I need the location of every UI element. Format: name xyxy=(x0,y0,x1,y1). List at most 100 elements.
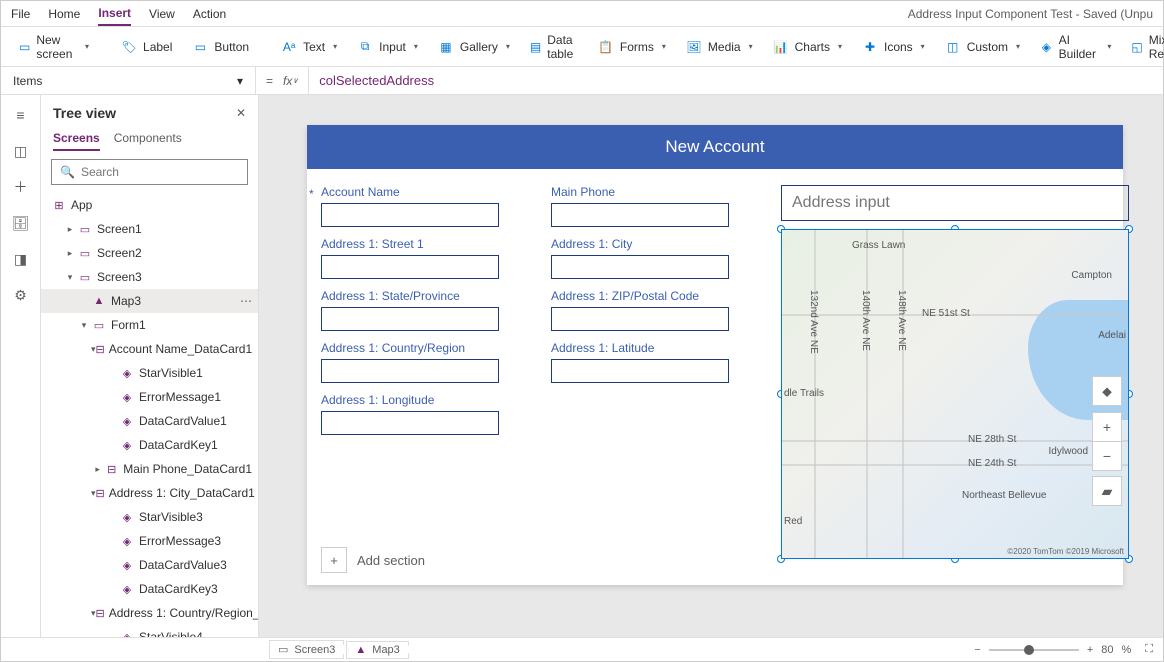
menu-view[interactable]: View xyxy=(149,3,175,25)
menu-file[interactable]: File xyxy=(11,3,30,25)
tab-components[interactable]: Components xyxy=(114,127,182,151)
tree-item[interactable]: ◈StarVisible3 xyxy=(41,505,258,529)
input-button[interactable]: ⧉Input▾ xyxy=(349,35,426,59)
address-input[interactable]: Address input xyxy=(781,185,1129,221)
menu-action[interactable]: Action xyxy=(193,3,226,25)
tree-item[interactable]: ▾▭Form1 xyxy=(41,313,258,337)
plus-icon: + xyxy=(321,547,347,573)
tree-item[interactable]: ◈ErrorMessage3 xyxy=(41,529,258,553)
data-table-button[interactable]: ▤Data table xyxy=(522,29,586,65)
zoom-control[interactable]: − + 80 % ⛶ xyxy=(974,643,1153,656)
map-label: 148th Ave NE xyxy=(896,290,907,351)
tree-item[interactable]: ◈DataCardValue1 xyxy=(41,409,258,433)
menu-home[interactable]: Home xyxy=(48,3,80,25)
tree-item[interactable]: ◈StarVisible4 xyxy=(41,625,258,637)
breadcrumb-screen[interactable]: ▭Screen3 xyxy=(269,640,344,659)
formula-input[interactable]: colSelectedAddress xyxy=(309,73,444,89)
ctl-icon: ◈ xyxy=(119,557,135,573)
field-label: Address 1: ZIP/Postal Code xyxy=(551,289,765,303)
label-button[interactable]: 🏷Label xyxy=(113,35,180,59)
map-attribution: ©2020 TomTom ©2019 Microsoft xyxy=(1007,547,1124,556)
form-field: Address 1: Street 1 xyxy=(321,237,535,279)
breadcrumb-selected[interactable]: ▲Map3 xyxy=(346,641,408,659)
field-input[interactable] xyxy=(551,359,729,383)
forms-button[interactable]: 📋Forms▾ xyxy=(590,35,674,59)
ctl-icon: ◈ xyxy=(119,437,135,453)
menu-insert[interactable]: Insert xyxy=(98,2,131,26)
tree-item[interactable]: ◈DataCardValue3 xyxy=(41,553,258,577)
tree-item[interactable]: ◈DataCardKey3 xyxy=(41,577,258,601)
field-input[interactable] xyxy=(321,307,499,331)
tree-search[interactable]: 🔍 xyxy=(51,159,248,185)
canvas-area: New Account *Account NameAddress 1: Stre… xyxy=(259,95,1163,637)
custom-button[interactable]: ◫Custom▾ xyxy=(937,35,1028,59)
field-input[interactable] xyxy=(551,255,729,279)
charts-button[interactable]: 📊Charts▾ xyxy=(765,35,850,59)
tree-view-rail-button[interactable]: ≡ xyxy=(9,103,33,127)
ai-builder-button[interactable]: ◈AI Builder▾ xyxy=(1032,29,1119,65)
mixed-reality-button[interactable]: ◱Mixed Reality▾ xyxy=(1123,29,1164,65)
media-rail-button[interactable]: ◨ xyxy=(9,247,33,271)
card-icon: ⊟ xyxy=(96,605,105,621)
add-rail-button[interactable]: ＋ xyxy=(9,175,33,199)
tree-item[interactable]: ▾⊟Address 1: City_DataCard1 xyxy=(41,481,258,505)
tree-app[interactable]: ⊞ App xyxy=(41,193,258,217)
field-input[interactable] xyxy=(321,203,499,227)
advanced-rail-button[interactable]: ⚙ xyxy=(9,283,33,307)
field-input[interactable] xyxy=(321,411,499,435)
tab-screens[interactable]: Screens xyxy=(53,127,100,151)
fit-button[interactable]: ⛶ xyxy=(1145,643,1153,656)
app-title: Address Input Component Test - Saved (Un… xyxy=(908,7,1153,21)
add-section-button[interactable]: + Add section xyxy=(321,547,425,573)
tree-item[interactable]: ▸▭Screen1 xyxy=(41,217,258,241)
card-icon: ⊟ xyxy=(104,461,119,477)
insert-rail-button[interactable]: ◫ xyxy=(9,139,33,163)
map-label: Red xyxy=(784,516,802,527)
tree-item[interactable]: ◈ErrorMessage1 xyxy=(41,385,258,409)
field-input[interactable] xyxy=(321,359,499,383)
map-label: NE 51st St xyxy=(922,308,970,319)
equals-label: = xyxy=(256,74,283,88)
search-input[interactable] xyxy=(81,165,239,179)
media-button[interactable]: 🖼Media▾ xyxy=(678,35,761,59)
close-icon[interactable]: ✕ xyxy=(236,106,246,120)
tree-item[interactable]: ▾⊟Address 1: Country/Region_DataCard xyxy=(41,601,258,625)
search-icon: 🔍 xyxy=(60,165,75,179)
tree-item[interactable]: ◈DataCardKey1 xyxy=(41,433,258,457)
tree-view-panel: Tree view ✕ Screens Components 🔍 ⊞ App ▸… xyxy=(41,95,259,637)
tree-item[interactable]: ▾⊟Account Name_DataCard1 xyxy=(41,337,258,361)
map-zoom-in-button[interactable]: + xyxy=(1092,412,1122,442)
tree-item[interactable]: ▲Map3⋯ xyxy=(41,289,258,313)
map-control[interactable]: Grass Lawn Campton Adelai dle Trails Idy… xyxy=(781,229,1129,559)
form-canvas[interactable]: New Account *Account NameAddress 1: Stre… xyxy=(307,125,1123,585)
forms-icon: 📋 xyxy=(598,39,614,55)
ctl-icon: ◈ xyxy=(119,365,135,381)
zoom-in-button[interactable]: + xyxy=(1087,644,1093,656)
gallery-button[interactable]: ▦Gallery▾ xyxy=(430,35,518,59)
text-button[interactable]: AᵃText▾ xyxy=(273,35,345,59)
zoom-pct: % xyxy=(1122,644,1132,656)
field-input[interactable] xyxy=(551,307,729,331)
tree-item[interactable]: ▸⊟Main Phone_DataCard1 xyxy=(41,457,258,481)
map-pitch-button[interactable]: ▰ xyxy=(1092,476,1122,506)
tree-item[interactable]: ▾▭Screen3 xyxy=(41,265,258,289)
property-selector[interactable]: Items▾ xyxy=(1,67,256,94)
tree-item[interactable]: ◈StarVisible1 xyxy=(41,361,258,385)
zoom-slider[interactable] xyxy=(989,649,1079,651)
zoom-out-button[interactable]: − xyxy=(974,644,980,656)
ribbon: ▭New screen▾ 🏷Label ▭Button AᵃText▾ ⧉Inp… xyxy=(1,27,1163,67)
new-screen-button[interactable]: ▭New screen▾ xyxy=(11,29,97,65)
tree-item[interactable]: ▸▭Screen2 xyxy=(41,241,258,265)
media-icon: 🖼 xyxy=(686,39,702,55)
map-compass-button[interactable]: ⬥ xyxy=(1092,376,1122,406)
input-icon: ⧉ xyxy=(357,39,373,55)
form-field: Address 1: City xyxy=(551,237,765,279)
map-zoom-out-button[interactable]: − xyxy=(1092,441,1122,471)
button-button[interactable]: ▭Button xyxy=(184,35,257,59)
field-input[interactable] xyxy=(551,203,729,227)
data-rail-button[interactable]: 🗄 xyxy=(9,211,33,235)
more-icon[interactable]: ⋯ xyxy=(240,294,252,308)
icons-button[interactable]: ✚Icons▾ xyxy=(854,35,933,59)
field-input[interactable] xyxy=(321,255,499,279)
ctl-icon: ◈ xyxy=(119,509,135,525)
